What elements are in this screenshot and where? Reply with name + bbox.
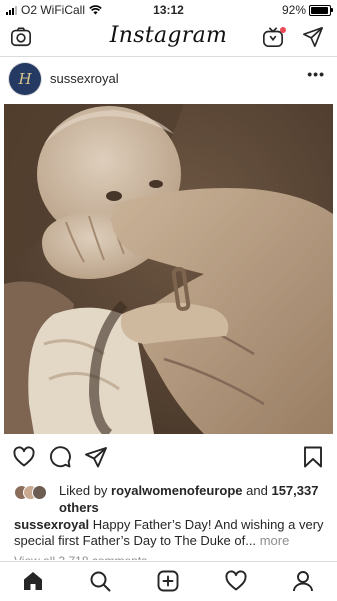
avatar[interactable]: H bbox=[9, 63, 41, 95]
activity-heart-icon[interactable] bbox=[224, 569, 248, 593]
caption-more-link[interactable]: more bbox=[260, 533, 290, 548]
liker-username[interactable]: royalwomenofeurope bbox=[111, 483, 242, 498]
share-icon[interactable] bbox=[84, 445, 108, 469]
instagram-logo: Instagram bbox=[109, 23, 228, 48]
avatar-monogram: H bbox=[18, 70, 32, 88]
home-icon[interactable] bbox=[21, 569, 45, 593]
liker-avatars bbox=[14, 485, 52, 500]
battery-percent: 92% bbox=[281, 3, 306, 17]
post-actions bbox=[0, 445, 337, 475]
view-comments-link[interactable]: View all 3,718 comments bbox=[14, 555, 147, 560]
plus-square-icon[interactable] bbox=[156, 569, 180, 593]
battery-icon bbox=[309, 4, 333, 16]
top-bar: Instagram bbox=[0, 20, 337, 57]
likes-and: and bbox=[246, 483, 268, 498]
caption-username[interactable]: sussexroyal bbox=[14, 517, 89, 532]
post-username[interactable]: sussexroyal bbox=[50, 71, 119, 86]
comment-icon[interactable] bbox=[48, 445, 72, 469]
bookmark-icon[interactable] bbox=[301, 445, 325, 469]
search-icon[interactable] bbox=[88, 569, 112, 593]
post-header: H sussexroyal ••• bbox=[0, 57, 337, 101]
bottom-tab-bar bbox=[0, 561, 337, 601]
likes-prefix: Liked by bbox=[59, 483, 108, 498]
likes-count[interactable]: 157,337 bbox=[271, 483, 318, 498]
likes-others[interactable]: others bbox=[59, 500, 99, 515]
heart-icon[interactable] bbox=[12, 445, 36, 469]
post-caption: sussexroyal Happy Father’s Day! And wish… bbox=[14, 517, 329, 549]
ellipsis-icon[interactable]: ••• bbox=[307, 66, 325, 82]
status-bar: O2 WiFiCall 13:12 92% bbox=[0, 0, 337, 20]
paper-plane-icon[interactable] bbox=[302, 26, 324, 48]
likes-text: Liked by royalwomenofeurope and 157,337 … bbox=[59, 482, 329, 516]
post-photo[interactable] bbox=[4, 104, 333, 434]
post-image bbox=[4, 104, 333, 434]
notification-dot bbox=[280, 27, 286, 33]
profile-icon[interactable] bbox=[291, 569, 315, 593]
status-right: 92% bbox=[281, 3, 333, 17]
